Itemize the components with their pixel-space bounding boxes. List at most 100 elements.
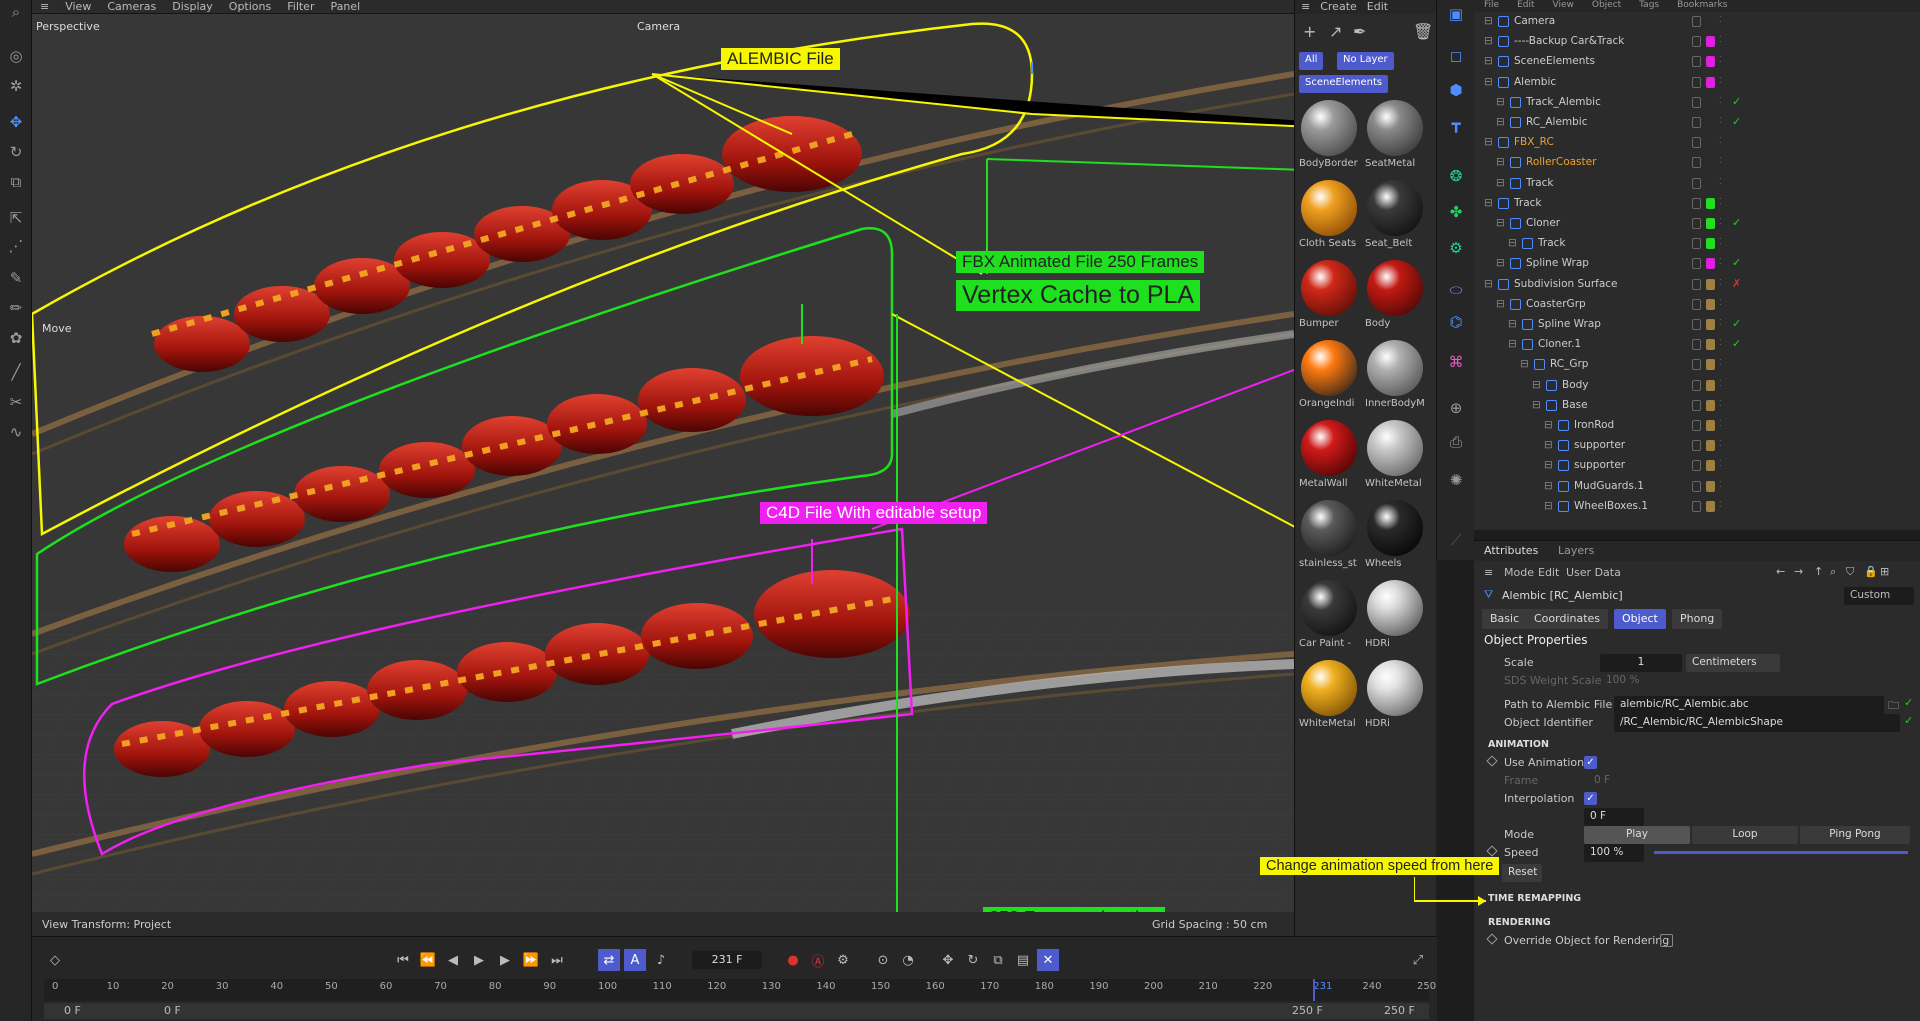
object-name[interactable]: supporter [1574,439,1625,451]
light-icon[interactable]: ✺ [1444,468,1468,492]
objid-field[interactable]: /RC_Alembic/RC_AlembicShape [1614,714,1900,732]
object-name[interactable]: CoasterGrp [1526,298,1586,310]
object-row[interactable]: ⊟ Track ⁚ [1474,174,1920,194]
editor-render-dots[interactable]: ⁚ [1719,15,1722,24]
enabled-check-icon[interactable]: ✓ [1732,216,1741,229]
start-frame-label-2[interactable]: 0 F [164,1004,181,1017]
material-swatch[interactable]: Body [1363,256,1427,334]
object-name[interactable]: supporter [1574,459,1625,471]
back-arrow-icon[interactable]: ← [1776,565,1785,578]
cube-icon[interactable]: ◻ [1444,44,1468,68]
menu-file[interactable]: File [1484,0,1499,12]
enabled-check-icon[interactable]: ✓ [1732,337,1741,350]
pla-key-icon[interactable]: ✕ [1037,949,1059,971]
expand-icon[interactable]: ⊟ [1484,15,1493,27]
motion-icon[interactable]: ⊙ [872,949,894,971]
object-name[interactable]: RollerCoaster [1526,156,1596,168]
visibility-toggle[interactable] [1692,117,1701,128]
select-tool-icon[interactable]: ◎ [4,44,28,68]
expand-icon[interactable]: ⊟ [1496,177,1505,189]
expand-icon[interactable]: ⊟ [1544,500,1553,512]
expand-icon[interactable]: ⊟ [1544,419,1553,431]
visibility-toggle[interactable] [1692,359,1701,371]
auto-icon[interactable]: A [624,949,646,971]
material-swatch[interactable]: WhiteMetal [1363,416,1427,494]
layer-scene-elements[interactable]: SceneElements [1299,75,1389,93]
enabled-check-icon[interactable]: ✓ [1732,95,1741,108]
eyedropper-icon[interactable]: ✒ [1353,22,1366,41]
object-row[interactable]: ⊟ RC_Grp ⁚ [1474,355,1920,375]
editor-render-dots[interactable]: ⁚ [1719,76,1722,85]
editor-render-dots[interactable]: ⁚ [1719,358,1722,367]
object-row[interactable]: ⊟ ----Backup Car&Track ⁚ [1474,32,1920,52]
time-remap-header[interactable]: TIME REMAPPING [1488,893,1581,904]
primitive-icon[interactable]: ⬢ [1444,78,1468,102]
expand-icon[interactable]: ⊟ [1484,76,1493,88]
object-name[interactable]: Subdivision Surface [1514,278,1618,290]
mode-ping-pong[interactable]: Ping Pong [1800,826,1910,844]
layer-color-chip[interactable] [1706,298,1715,310]
material-swatch[interactable]: MetalWall [1297,416,1361,494]
interp-checkbox[interactable]: ✓ [1584,792,1597,805]
material-swatch[interactable]: Cloth Seats [1297,176,1361,254]
object-name[interactable]: RC_Grp [1550,358,1588,370]
hamburger-icon[interactable]: ≡ [1301,0,1310,14]
tab-attributes[interactable]: Attributes [1484,544,1538,557]
editor-render-dots[interactable]: ⁚ [1719,459,1722,468]
layer-color-chip[interactable] [1706,56,1715,68]
filter-no-layer[interactable]: No Layer [1337,52,1394,70]
object-row[interactable]: ⊟ Alembic ⁚ [1474,73,1920,93]
editor-render-dots[interactable]: ⁚ [1719,156,1722,165]
menu-display[interactable]: Display [164,0,221,13]
material-swatch[interactable]: SeatMetal [1363,96,1427,174]
object-name[interactable]: ----Backup Car&Track [1514,35,1624,47]
object-name[interactable]: Track [1514,197,1541,209]
material-swatch[interactable]: Seat_Belt [1363,176,1427,254]
object-mode-icon[interactable]: ▣ [1444,2,1468,26]
sketch-icon[interactable]: ✏ [4,296,28,320]
visibility-toggle[interactable] [1692,460,1701,472]
arrow-icon[interactable]: ↗ [1329,22,1342,41]
object-name[interactable]: WheelBoxes.1 [1574,500,1648,512]
brush-icon[interactable]: ╱ [4,360,28,384]
hamburger-icon[interactable]: ≡ [1484,566,1493,579]
object-name[interactable]: FBX_RC [1514,136,1554,148]
expand-icon[interactable]: ⊟ [1496,156,1505,168]
keyframe-diamond-icon[interactable] [1486,845,1498,857]
end-frame-label-2[interactable]: 250 F [1384,1004,1415,1017]
editor-render-dots[interactable]: ⁚ [1719,177,1722,186]
layer-color-chip[interactable] [1706,319,1715,330]
editor-render-dots[interactable]: ⁚ [1719,35,1722,44]
sound-icon[interactable]: ♪ [650,949,672,971]
menu-options[interactable]: Options [221,0,279,13]
editor-render-dots[interactable]: ⁚ [1719,439,1722,448]
viewport[interactable]: Perspective Camera Move ALEMBIC File FBX… [32,14,1294,936]
subtab-basic[interactable]: Basic [1482,609,1528,629]
expand-icon[interactable]: ⊟ [1508,318,1517,330]
visibility-toggle[interactable] [1692,258,1701,270]
visibility-toggle[interactable] [1692,319,1701,330]
expand-icon[interactable]: ⊟ [1496,298,1505,310]
keyframe-diamond-icon[interactable]: ◇ [44,949,66,971]
transfer-tool-icon[interactable]: ⇱ [4,206,28,230]
editor-render-dots[interactable]: ⁚ [1719,338,1722,347]
override-checkbox[interactable] [1660,934,1673,947]
object-name[interactable]: Spline Wrap [1526,257,1589,269]
subtab-object[interactable]: Object [1614,609,1666,629]
mode-loop[interactable]: Loop [1692,826,1798,844]
menu-bookmarks[interactable]: Bookmarks [1677,0,1727,12]
new-panel-icon[interactable]: ⊞ [1880,565,1889,578]
menu-edit[interactable]: Edit [1517,0,1534,12]
play-icon[interactable]: ▶ [468,949,490,971]
lock-icon[interactable]: 🔒 [1864,565,1878,578]
expand-icon[interactable]: ⊟ [1484,197,1493,209]
layer-color-chip[interactable] [1706,76,1715,88]
expand-icon[interactable]: ⊟ [1532,399,1541,411]
layer-color-chip[interactable] [1706,197,1715,209]
visibility-toggle[interactable] [1692,36,1701,48]
visibility-toggle[interactable] [1692,440,1701,452]
record-icon[interactable]: ● [782,949,804,971]
editor-render-dots[interactable]: ⁚ [1719,237,1722,246]
object-name[interactable]: Base [1562,399,1588,411]
move-key-icon[interactable]: ✥ [937,949,959,971]
